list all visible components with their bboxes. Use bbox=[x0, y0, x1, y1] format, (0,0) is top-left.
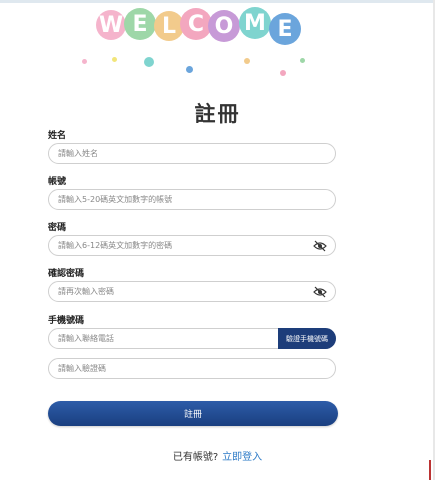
confirm-password-field[interactable] bbox=[48, 281, 336, 302]
login-prompt-text: 已有帳號? bbox=[172, 452, 219, 463]
confetti-dot bbox=[144, 57, 154, 67]
page-title: 註冊 bbox=[194, 102, 241, 126]
name-field[interactable] bbox=[48, 143, 336, 164]
welcome-letter: W bbox=[96, 10, 126, 40]
name-input[interactable] bbox=[49, 149, 335, 158]
welcome-letter: E bbox=[124, 8, 156, 40]
login-prompt: 已有帳號? 立即登入 bbox=[0, 448, 435, 463]
confetti-dot bbox=[82, 59, 87, 64]
confetti-dot bbox=[112, 57, 117, 62]
eye-slash-icon[interactable] bbox=[313, 240, 327, 252]
password-input[interactable] bbox=[49, 241, 335, 250]
password-label: 密碼 bbox=[48, 223, 67, 233]
welcome-banner: W E L C O M E bbox=[0, 0, 435, 80]
confetti-dot bbox=[300, 58, 305, 63]
confetti-dot bbox=[280, 70, 286, 76]
welcome-letter: M bbox=[239, 7, 271, 39]
account-input[interactable] bbox=[49, 195, 335, 204]
confirm-password-input[interactable] bbox=[49, 287, 335, 296]
login-link[interactable]: 立即登入 bbox=[222, 452, 262, 463]
password-field[interactable] bbox=[48, 235, 336, 256]
account-label: 帳號 bbox=[48, 177, 67, 187]
confetti-dot bbox=[186, 66, 193, 73]
welcome-letter: E bbox=[269, 13, 301, 45]
welcome-letter: O bbox=[208, 10, 240, 42]
verification-code-field[interactable] bbox=[48, 358, 336, 379]
phone-label: 手機號碼 bbox=[48, 316, 85, 326]
account-field[interactable] bbox=[48, 189, 336, 210]
name-label: 姓名 bbox=[48, 131, 67, 141]
confetti-dot bbox=[244, 58, 250, 64]
eye-slash-icon[interactable] bbox=[313, 286, 327, 298]
register-button[interactable]: 註冊 bbox=[48, 401, 338, 426]
confirm-password-label: 確認密碼 bbox=[48, 269, 85, 279]
phone-field[interactable]: 驗證手機號碼 bbox=[48, 328, 336, 349]
verify-phone-button[interactable]: 驗證手機號碼 bbox=[278, 328, 336, 349]
corner-mark bbox=[429, 460, 431, 480]
verification-code-input[interactable] bbox=[49, 364, 335, 373]
